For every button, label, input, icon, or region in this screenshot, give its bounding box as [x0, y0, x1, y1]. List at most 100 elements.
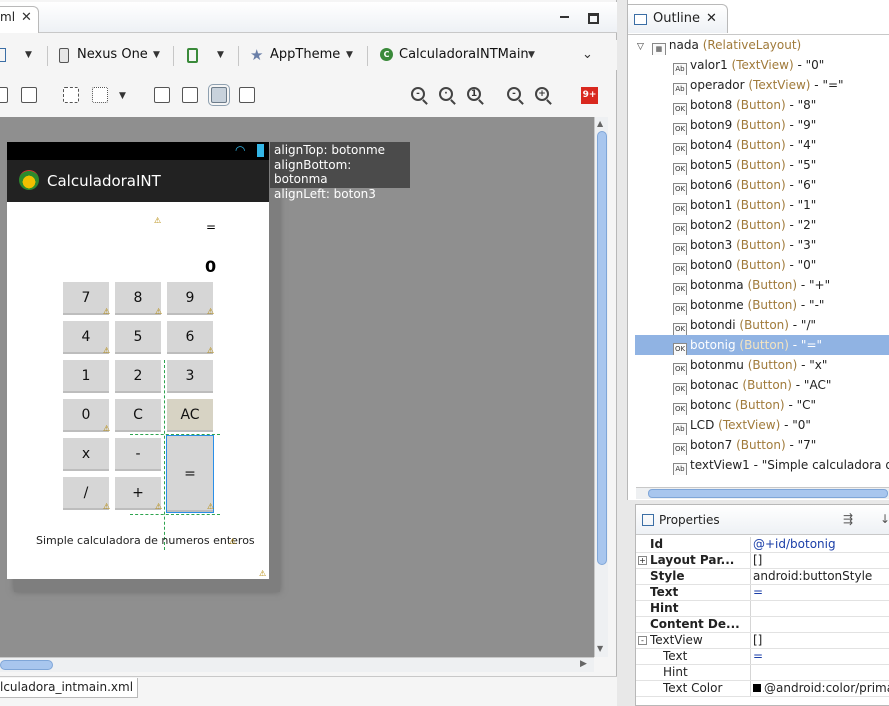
filter-icon[interactable]: ⇶ [843, 512, 853, 526]
property-row[interactable]: Content De... [636, 617, 889, 633]
zoom-100-icon[interactable]: 1 [467, 87, 481, 101]
outline-item[interactable]: OK boton9 (Button) - "9" [635, 115, 889, 135]
property-row[interactable]: Hint [636, 601, 889, 617]
outline-item[interactable]: OK boton8 (Button) - "8" [635, 95, 889, 115]
outline-item[interactable]: OK botonig (Button) - "=" [635, 335, 889, 355]
chevron-down-icon[interactable]: ▼ [25, 50, 32, 60]
outline-item[interactable]: OK botonme (Button) - "-" [635, 295, 889, 315]
zoom-fit-icon[interactable]: - [411, 87, 425, 101]
property-row[interactable]: Text Color @android:color/prima [636, 681, 889, 697]
notification-badge[interactable]: 9+ [581, 87, 598, 104]
layout-options-icon[interactable] [239, 87, 255, 103]
chevron-down-icon[interactable]: ▽ [637, 42, 644, 52]
outline-item[interactable]: OK boton1 (Button) - "1" [635, 195, 889, 215]
outline-item[interactable]: OK boton7 (Button) - "7" [635, 435, 889, 455]
property-value-cell[interactable] [750, 601, 889, 616]
overflow-chevron-icon[interactable]: ⌄ [582, 47, 593, 62]
outline-item[interactable]: Ab operador (TextView) - "=" [635, 75, 889, 95]
device-selector[interactable]: Nexus One [77, 47, 148, 62]
property-row[interactable]: Text = [636, 649, 889, 665]
gravity-icon[interactable] [92, 87, 108, 103]
expand-icon[interactable]: + [638, 556, 647, 565]
outline-item[interactable]: OK boton0 (Button) - "0" [635, 255, 889, 275]
property-row[interactable]: - TextView [] [636, 633, 889, 649]
button-multiply[interactable]: x [63, 438, 109, 471]
property-value-cell[interactable]: = [750, 649, 889, 664]
button-3[interactable]: 3 [167, 360, 213, 393]
margins-icon[interactable] [63, 87, 79, 103]
property-value-cell[interactable]: android:buttonStyle [750, 569, 889, 584]
property-value-cell[interactable] [750, 617, 889, 632]
toggle-fill-width-icon[interactable] [0, 87, 8, 103]
outline-item[interactable]: OK botonmu (Button) - "x" [635, 355, 889, 375]
outline-tab[interactable]: Outline ✕ [628, 4, 728, 33]
zoom-in-icon[interactable]: + [535, 87, 549, 101]
distribute-weights-icon[interactable] [154, 87, 170, 103]
button-equals[interactable]: = [166, 435, 214, 513]
zoom-real-icon[interactable]: · [439, 87, 453, 101]
caption-text[interactable]: Simple calculadora de numeros enteros [36, 534, 255, 547]
editor-tab[interactable]: ml ✕ [0, 6, 39, 33]
sort-icon[interactable]: ↓ [880, 512, 889, 526]
outline-item[interactable]: Ab valor1 (TextView) - "0" [635, 55, 889, 75]
outline-item[interactable]: Ab LCD (TextView) - "0" [635, 415, 889, 435]
device-screen[interactable]: ◠ CalculadoraINT ⚠ = 0 7 8 9 4 5 6 1 2 3… [7, 142, 269, 579]
scroll-thumb[interactable] [648, 489, 888, 498]
property-value-cell[interactable]: @android:color/prima [750, 681, 889, 696]
outline-item[interactable]: OK boton2 (Button) - "2" [635, 215, 889, 235]
outline-item[interactable]: OK boton4 (Button) - "4" [635, 135, 889, 155]
toggle-fill-height-icon[interactable] [21, 87, 37, 103]
orientation-icon[interactable] [187, 48, 198, 63]
button-2[interactable]: 2 [115, 360, 161, 393]
outline-item[interactable]: OK boton3 (Button) - "3" [635, 235, 889, 255]
tree-root[interactable]: ▽ ▦ nada (RelativeLayout) [637, 35, 889, 55]
scroll-thumb[interactable] [0, 660, 53, 670]
chevron-down-icon[interactable]: ▼ [346, 50, 353, 60]
theme-selector[interactable]: AppTheme [270, 47, 340, 62]
property-row[interactable]: Hint [636, 665, 889, 681]
property-value-cell[interactable]: @+id/botonig [750, 537, 889, 552]
collapse-icon[interactable]: - [638, 636, 647, 645]
chevron-down-icon[interactable]: ▼ [153, 50, 160, 60]
property-value-cell[interactable]: = [750, 585, 889, 600]
outline-item[interactable]: OK boton6 (Button) - "6" [635, 175, 889, 195]
close-icon[interactable]: ✕ [706, 11, 717, 26]
chevron-down-icon[interactable]: ▼ [528, 50, 535, 60]
xml-source-tab[interactable]: lculadora_intmain.xml [0, 678, 139, 698]
outline-item[interactable]: OK botonac (Button) - "AC" [635, 375, 889, 395]
zoom-out-icon[interactable]: - [507, 87, 521, 101]
close-icon[interactable]: ✕ [21, 10, 32, 25]
property-row[interactable]: + Layout Par... [] [636, 553, 889, 569]
chevron-down-icon[interactable]: ▼ [217, 50, 224, 60]
outline-horizontal-scrollbar[interactable] [636, 487, 889, 499]
maximize-icon[interactable] [588, 13, 599, 24]
chevron-down-icon[interactable]: ▼ [119, 91, 126, 101]
canvas-horizontal-scrollbar[interactable]: ▶ [0, 657, 594, 672]
lcd-display[interactable]: 0 [205, 257, 216, 276]
baseline-align-icon[interactable] [208, 84, 230, 106]
screen-config-icon[interactable] [0, 48, 6, 62]
outline-item[interactable]: Ab textView1 - "Simple calculadora d [635, 455, 889, 475]
operator-text[interactable]: = [206, 220, 216, 234]
button-5[interactable]: 5 [115, 321, 161, 354]
activity-selector[interactable]: CalculadoraINTMain [399, 47, 529, 62]
minimize-icon[interactable] [558, 10, 572, 24]
scroll-up-icon[interactable]: ▲ [597, 119, 603, 128]
button-minus[interactable]: - [115, 438, 161, 471]
canvas-vertical-scrollbar[interactable]: ▲ ▼ [594, 117, 608, 657]
scroll-thumb[interactable] [597, 131, 607, 565]
property-value-cell[interactable]: [] [750, 553, 889, 568]
button-1[interactable]: 1 [63, 360, 109, 393]
property-row[interactable]: Text = [636, 585, 889, 601]
clear-weights-icon[interactable] [182, 87, 198, 103]
outline-item[interactable]: OK botonma (Button) - "+" [635, 275, 889, 295]
property-row[interactable]: Id @+id/botonig [636, 537, 889, 553]
property-row[interactable]: Style android:buttonStyle [636, 569, 889, 585]
property-value-cell[interactable]: [] [750, 633, 889, 648]
property-value-cell[interactable] [750, 665, 889, 680]
scroll-right-icon[interactable]: ▶ [580, 659, 587, 669]
scroll-down-icon[interactable]: ▼ [597, 644, 603, 653]
outline-item[interactable]: OK boton5 (Button) - "5" [635, 155, 889, 175]
button-ac[interactable]: AC [167, 399, 213, 432]
outline-item[interactable]: OK botondi (Button) - "/" [635, 315, 889, 335]
